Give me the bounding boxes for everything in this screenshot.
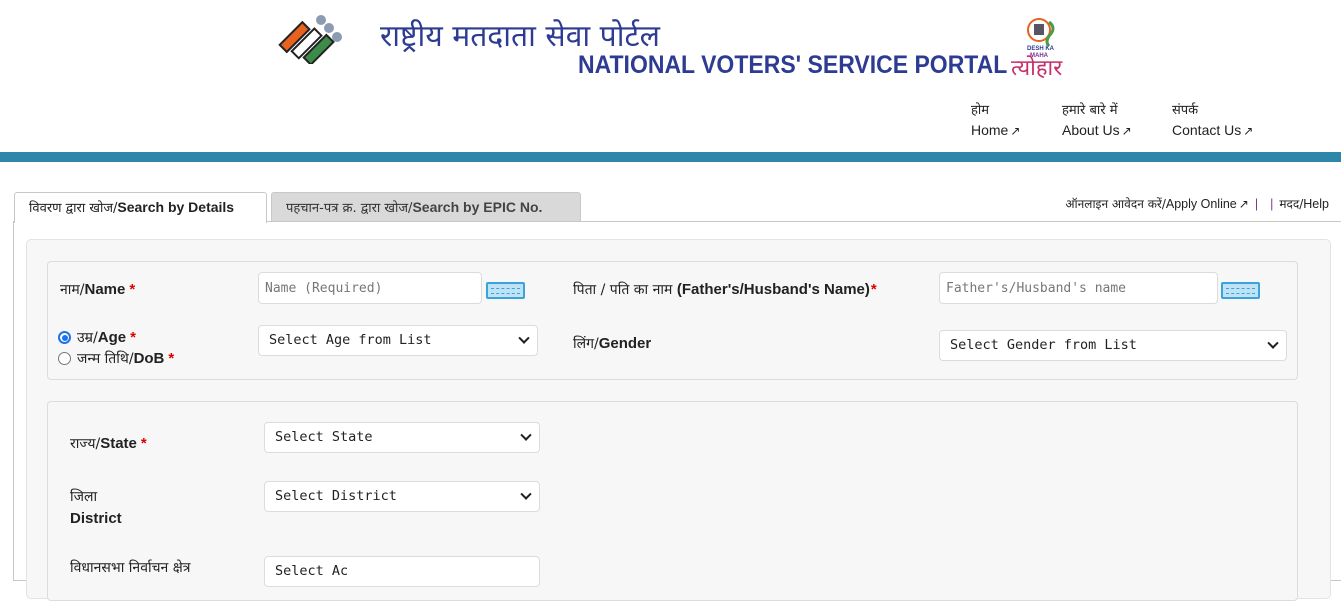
district-label-hindi: जिला: [70, 489, 98, 505]
gender-label-english: Gender: [598, 335, 652, 352]
age-select-value: Select Age from List: [269, 332, 432, 348]
name-label-hindi: नाम/: [60, 282, 85, 298]
external-link-icon: ↗: [1121, 124, 1132, 138]
chevron-down-icon: [520, 488, 532, 500]
svg-text:त्योहार: त्योहार: [1011, 55, 1063, 81]
site-header: राष्ट्रीय मतदाता सेवा पोर्टल NATIONAL VO…: [0, 0, 1341, 152]
nav-home-hindi: होम: [971, 103, 990, 118]
state-select[interactable]: Select State: [264, 422, 540, 453]
top-right-links: ऑनलाइन आवेदन करें/Apply Online ↗ | | मदद/Hel…: [1065, 195, 1329, 212]
chevron-down-icon: [520, 429, 532, 441]
separator: |: [1254, 197, 1259, 211]
district-label-english: District: [70, 510, 122, 527]
tab-label-hindi: पहचान-पत्र क्र. द्वारा खोज/: [286, 201, 413, 216]
dob-label-hindi: जन्म तिथि/: [77, 351, 134, 367]
location-details-panel: राज्य/State * Select State जिला District S…: [47, 401, 1298, 601]
gender-label: लिंग/Gender: [573, 334, 651, 353]
father-name-label: पिता / पति का नाम (Father's/Husband's Na…: [573, 280, 877, 299]
nav-home-link[interactable]: Home: [971, 122, 1008, 138]
name-input[interactable]: [258, 272, 482, 304]
separator: |: [1270, 197, 1274, 211]
tab-label-hindi: विवरण द्वारा खोज/: [29, 201, 118, 216]
tab-label-english: Search by EPIC No.: [412, 199, 543, 215]
dob-radio-option[interactable]: जन्म तिथि/DoB *: [58, 349, 174, 368]
search-form: नाम/Name* उम्र/Age* जन्म तिथि/DoB* Selec…: [26, 239, 1331, 601]
state-label: राज्य/State *: [70, 434, 147, 453]
age-label-hindi: उम्र/: [77, 330, 98, 346]
apply-online-link[interactable]: ऑनलाइन आवेदन करें/Apply Online ↗: [1065, 197, 1248, 211]
district-label: जिला District: [70, 486, 122, 530]
tab-label-english: Search by Details: [117, 199, 235, 215]
help-english: Help: [1303, 197, 1329, 211]
father-label-hindi: पिता / पति का नाम: [573, 282, 677, 298]
constituency-select[interactable]: Select Ac: [264, 556, 540, 587]
gender-label-hindi: लिंग/: [573, 336, 599, 352]
name-label-english: Name: [84, 281, 126, 298]
search-form-container: नाम/Name* उम्र/Age* जन्म तिथि/DoB* Selec…: [13, 221, 1341, 601]
header-divider-band: [0, 152, 1341, 162]
state-label-hindi: राज्य/: [70, 436, 101, 452]
external-link-icon: ↗: [1010, 124, 1021, 138]
required-marker: *: [140, 435, 147, 452]
portal-title-hindi: राष्ट्रीय मतदाता सेवा पोर्टल: [380, 19, 660, 54]
constituency-label: विधानसभा निर्वाचन क्षेत्र: [70, 558, 190, 577]
district-select[interactable]: Select District: [264, 481, 540, 512]
external-link-icon: ↗: [1238, 197, 1249, 211]
nav-contact[interactable]: संपर्क Contact Us ↗: [1172, 102, 1253, 141]
svg-text:DESH KA: DESH KA: [1027, 46, 1055, 52]
constituency-select-value: Select Ac: [275, 563, 349, 579]
father-name-input[interactable]: [939, 272, 1218, 304]
nav-about[interactable]: हमारे बारे में About Us ↗: [1062, 102, 1132, 141]
chevron-down-icon: [1267, 337, 1279, 349]
portal-title-english: NATIONAL VOTERS' SERVICE PORTAL: [578, 51, 1008, 79]
help-hindi: मदद/: [1279, 197, 1304, 211]
nav-about-link[interactable]: About Us: [1062, 122, 1120, 138]
district-select-value: Select District: [275, 488, 397, 504]
name-label: नाम/Name *: [60, 280, 135, 299]
required-marker: *: [130, 329, 136, 346]
state-label-english: State: [100, 435, 137, 452]
nav-contact-link[interactable]: Contact Us: [1172, 122, 1241, 138]
help-link[interactable]: मदद/Help: [1279, 197, 1329, 211]
tab-search-by-details[interactable]: विवरण द्वारा खोज/Search by Details: [14, 192, 267, 223]
tab-search-by-epic[interactable]: पहचान-पत्र क्र. द्वारा खोज/Search by EPI…: [271, 192, 581, 222]
required-marker: *: [129, 281, 136, 298]
nav-home[interactable]: होम Home ↗: [971, 102, 1020, 141]
apply-online-english: Apply Online: [1165, 197, 1237, 211]
age-radio-button[interactable]: [58, 331, 71, 344]
gender-select-value: Select Gender from List: [950, 337, 1137, 353]
desh-ka-maha-tyohar-logo: DESH KA MAHA त्योहार: [1011, 18, 1063, 81]
age-radio-option[interactable]: उम्र/Age *: [58, 328, 136, 347]
nav-about-hindi: हमारे बारे में: [1062, 103, 1118, 118]
virtual-keyboard-icon[interactable]: [1221, 282, 1260, 299]
apply-online-hindi: ऑनलाइन आवेदन करें/: [1065, 197, 1166, 211]
gender-select[interactable]: Select Gender from List: [939, 330, 1287, 361]
virtual-keyboard-icon[interactable]: [486, 282, 525, 299]
dob-radio-button[interactable]: [58, 352, 71, 365]
age-label-english: Age: [97, 329, 127, 346]
external-link-icon: ↗: [1243, 124, 1254, 138]
constituency-label-hindi: विधानसभा निर्वाचन क्षेत्र: [70, 560, 191, 576]
nav-contact-hindi: संपर्क: [1172, 103, 1199, 118]
chevron-down-icon: [518, 332, 530, 344]
personal-details-panel: नाम/Name* उम्र/Age* जन्म तिथि/DoB* Selec…: [47, 261, 1298, 380]
required-marker: *: [168, 350, 175, 367]
state-select-value: Select State: [275, 429, 373, 445]
father-label-english: (Father's/Husband's Name): [676, 281, 870, 298]
eci-logo: [278, 15, 342, 64]
dob-label-english: DoB: [133, 350, 165, 367]
required-marker: *: [870, 281, 877, 298]
age-select[interactable]: Select Age from List: [258, 325, 538, 356]
